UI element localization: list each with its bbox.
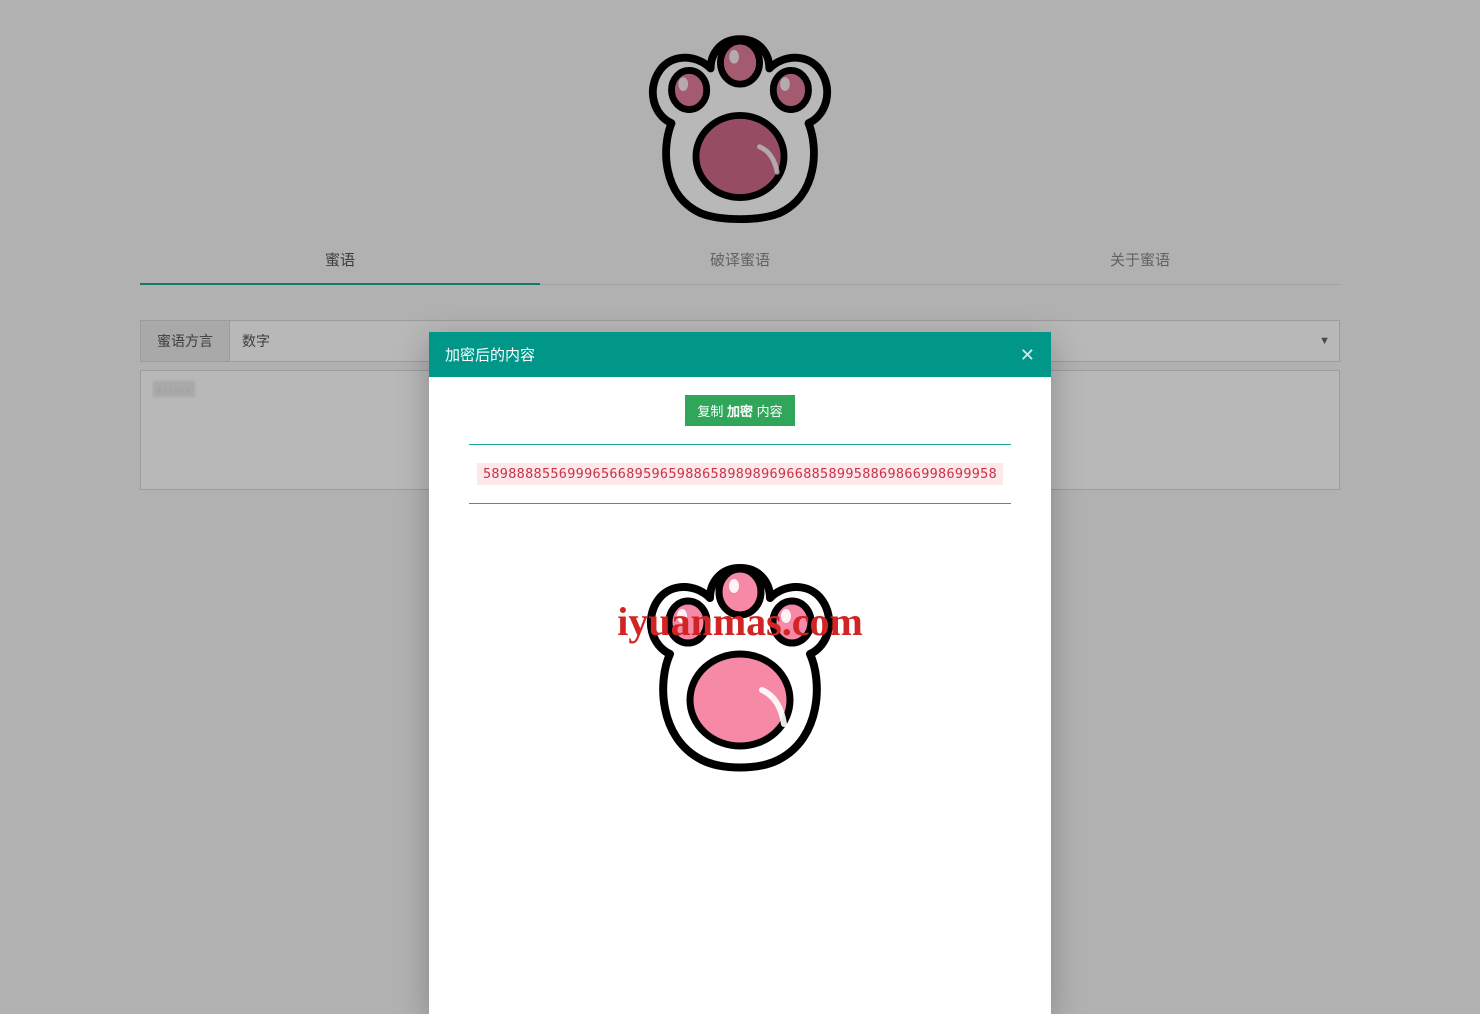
- copy-cipher-button[interactable]: 复制 加密 内容: [685, 395, 794, 426]
- cipher-modal: 加密后的内容 ✕ 复制 加密 内容 5898888556999656689596…: [429, 332, 1051, 1014]
- paw-logo-modal-icon: [610, 528, 870, 783]
- modal-body: 复制 加密 内容 5898888556999656689596598865898…: [429, 377, 1051, 1014]
- divider-top: [469, 444, 1011, 445]
- copy-btn-suffix: 内容: [757, 404, 783, 419]
- modal-title: 加密后的内容: [445, 344, 535, 365]
- page-root: 蜜语 破译蜜语 关于蜜语 蜜语方言 数字 ▼ ······ 加密后的内容 ✕ 复…: [0, 0, 1480, 1014]
- modal-overlay[interactable]: 加密后的内容 ✕ 复制 加密 内容 5898888556999656689596…: [0, 0, 1480, 1014]
- cipher-text: 5898888556999656689596598865898989696688…: [477, 463, 1003, 485]
- copy-btn-mid: 加密: [727, 404, 753, 419]
- modal-header: 加密后的内容 ✕: [429, 332, 1051, 377]
- close-icon[interactable]: ✕: [1020, 346, 1035, 364]
- copy-btn-prefix: 复制: [697, 404, 723, 419]
- modal-logo-wrap: iyuanmas.com: [449, 528, 1031, 783]
- divider-bottom: [469, 503, 1011, 504]
